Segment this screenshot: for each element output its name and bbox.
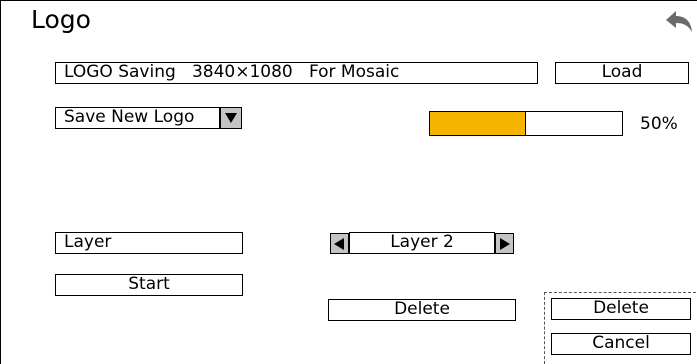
mode-dropdown-button[interactable] bbox=[220, 107, 242, 129]
prev-layer-button[interactable] bbox=[330, 233, 349, 254]
triangle-down-icon bbox=[225, 113, 237, 123]
delete-button[interactable]: Delete bbox=[328, 299, 516, 321]
progress-bar bbox=[429, 111, 623, 136]
progress-percent: 50% bbox=[640, 114, 678, 134]
triangle-left-icon bbox=[334, 238, 344, 250]
next-layer-button[interactable] bbox=[495, 233, 514, 254]
load-button[interactable]: Load bbox=[555, 62, 689, 84]
mode-select[interactable]: Save New Logo bbox=[55, 107, 220, 129]
layer-label: Layer bbox=[55, 232, 243, 254]
start-button[interactable]: Start bbox=[55, 274, 243, 296]
back-button[interactable] bbox=[664, 8, 694, 34]
layer-value: Layer 2 bbox=[349, 232, 495, 254]
confirm-cancel-button[interactable]: Cancel bbox=[551, 333, 691, 355]
logo-info-field: LOGO Saving 3840×1080 For Mosaic bbox=[55, 62, 538, 84]
progress-fill bbox=[430, 112, 526, 135]
triangle-right-icon bbox=[500, 238, 510, 250]
confirm-delete-button[interactable]: Delete bbox=[551, 298, 691, 320]
window-title: Logo bbox=[31, 5, 91, 34]
back-arrow-icon bbox=[666, 11, 692, 32]
